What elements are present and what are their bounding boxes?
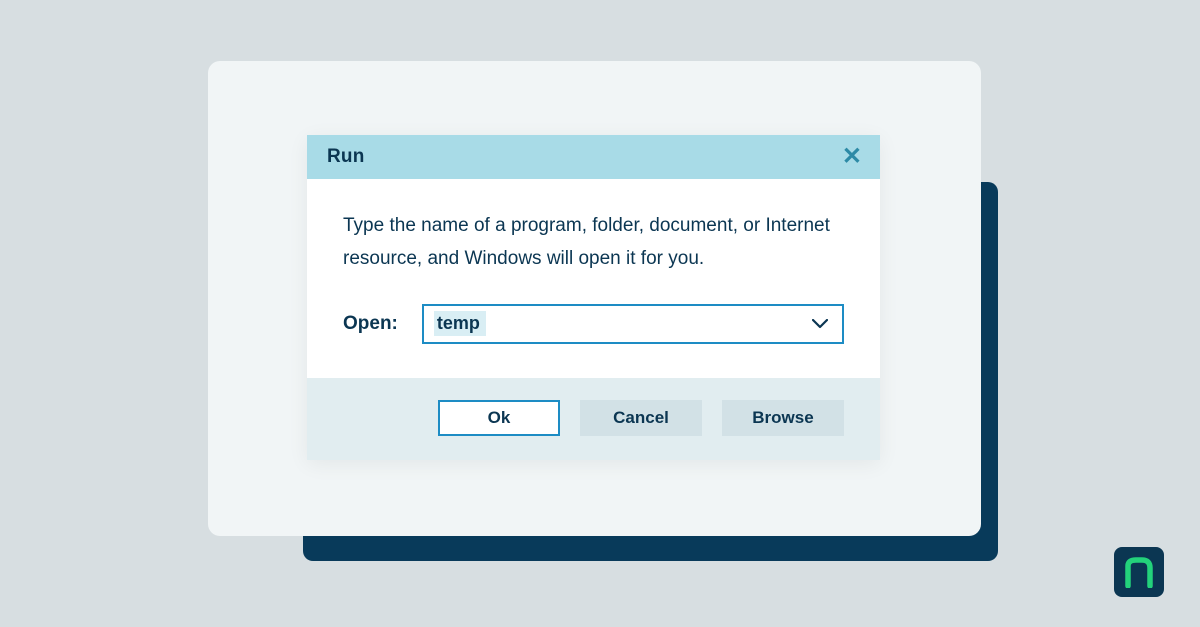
chevron-down-icon bbox=[812, 319, 828, 329]
close-icon[interactable]: ✕ bbox=[842, 145, 862, 169]
dialog-footer: Ok Cancel Browse bbox=[307, 378, 880, 460]
run-dialog: Run ✕ Type the name of a program, folder… bbox=[307, 135, 880, 460]
ok-button[interactable]: Ok bbox=[438, 400, 560, 436]
open-row: Open: temp bbox=[343, 304, 844, 344]
cancel-button[interactable]: Cancel bbox=[580, 400, 702, 436]
browse-button[interactable]: Browse bbox=[722, 400, 844, 436]
open-combobox[interactable]: temp bbox=[422, 304, 844, 344]
open-value: temp bbox=[434, 311, 486, 336]
dialog-description: Type the name of a program, folder, docu… bbox=[343, 209, 844, 276]
dialog-title: Run bbox=[327, 146, 365, 168]
titlebar: Run ✕ bbox=[307, 135, 880, 179]
brand-logo bbox=[1114, 547, 1164, 597]
open-label: Open: bbox=[343, 313, 398, 335]
dialog-body: Type the name of a program, folder, docu… bbox=[307, 179, 880, 378]
